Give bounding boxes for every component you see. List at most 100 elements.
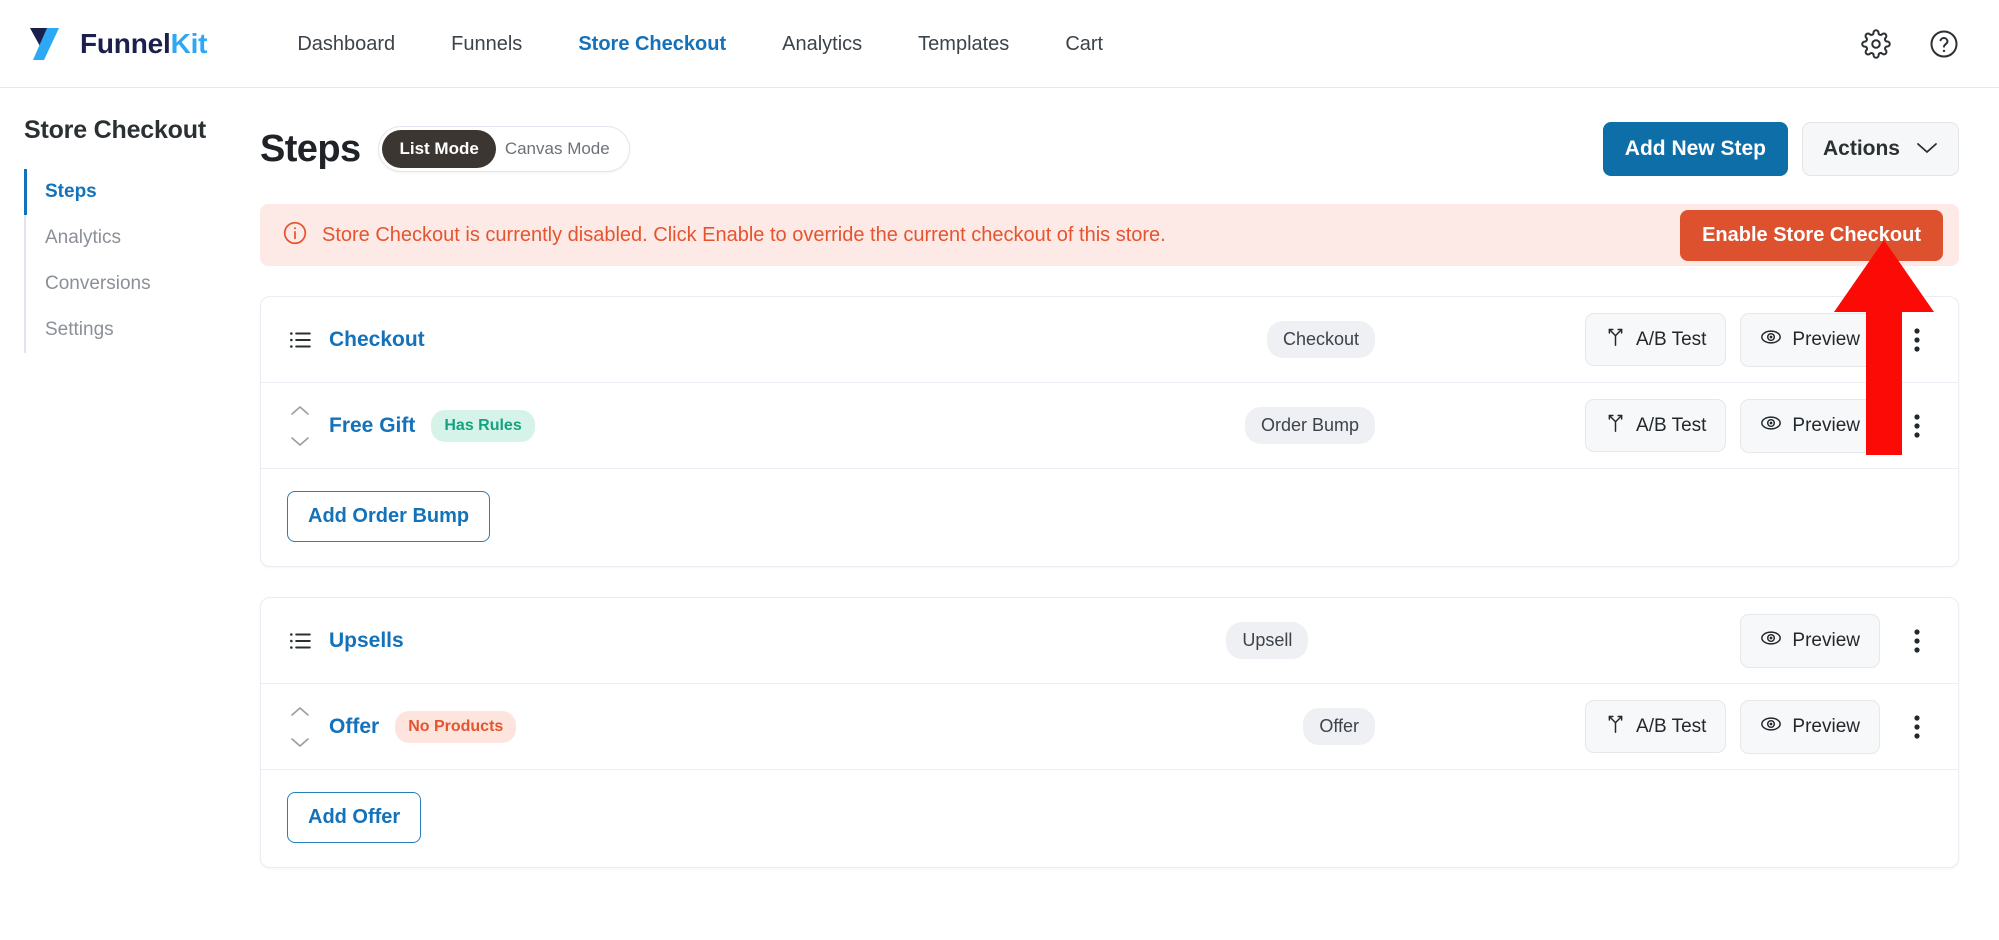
nav-item-analytics[interactable]: Analytics [754,0,890,88]
nav-item-funnels[interactable]: Funnels [423,0,550,88]
row-actions: A/B Test Preview [1585,699,1934,754]
add-offer-button[interactable]: Add Offer [287,792,422,843]
tab-canvas-mode[interactable]: Canvas Mode [496,130,626,168]
brand-logo[interactable]: FunnelKit [28,26,208,62]
card-footer: Add Offer [261,770,1958,867]
ab-test-icon [1605,326,1626,353]
step-type-chip: Upsell [1226,622,1309,659]
step-name-link[interactable]: Free Gift [329,414,415,438]
steps-header: Steps List Mode Canvas Mode Add New Step… [260,108,1959,182]
add-order-bump-button[interactable]: Add Order Bump [287,491,491,542]
sidebar-nav: Steps Analytics Conversions Settings [24,169,244,353]
row-actions: A/B Test Preview [1585,312,1934,367]
step-name-link[interactable]: Offer [329,715,379,739]
brand-name-accent: Kit [170,27,208,59]
ab-test-label: A/B Test [1636,715,1707,737]
preview-button[interactable]: Preview [1740,699,1880,754]
row-main: Checkout [287,327,425,353]
app-root: FunnelKit Dashboard Funnels Store Checko… [0,0,1999,940]
main-nav: Dashboard Funnels Store Checkout Analyti… [269,0,1131,88]
main-content: Steps List Mode Canvas Mode Add New Step… [244,88,1999,940]
row-actions: Preview [1518,613,1934,668]
step-name-link[interactable]: Checkout [329,328,425,352]
actions-dropdown-label: Actions [1822,137,1900,160]
eye-icon [1760,412,1782,440]
preview-label: Preview [1792,715,1860,737]
nav-item-dashboard[interactable]: Dashboard [269,0,423,88]
ab-test-icon [1605,412,1626,439]
list-lines-icon [287,327,313,353]
tab-list-mode[interactable]: List Mode [382,130,496,168]
step-type-chip: Offer [1303,708,1376,745]
page-body: Store Checkout Steps Analytics Conversio… [0,88,1999,940]
row-type: Order Bump [1244,407,1376,444]
row-type: Offer [1303,708,1376,745]
kebab-menu-icon[interactable] [1900,624,1934,658]
kebab-menu-icon[interactable] [1900,710,1934,744]
step-type-chip: Checkout [1266,321,1376,358]
row-type: Upsell [1226,622,1309,659]
row-actions: A/B Test Preview [1585,398,1934,453]
ab-test-button[interactable]: A/B Test [1585,399,1727,452]
gear-icon[interactable] [1859,27,1893,61]
nav-item-store-checkout[interactable]: Store Checkout [550,0,754,88]
actions-dropdown[interactable]: Actions [1801,122,1959,176]
row-main: Upsells [287,628,404,654]
header-actions: Add New Step Actions [1602,122,1959,176]
sidebar-item-conversions[interactable]: Conversions [24,261,244,307]
ab-test-label: A/B Test [1636,414,1707,436]
ab-test-button[interactable]: A/B Test [1585,313,1727,366]
sort-arrows-icon[interactable] [287,404,313,448]
chevron-down-icon [1916,137,1938,161]
page-title: Steps [260,127,361,170]
sidebar-title: Store Checkout [24,116,206,144]
eye-icon [1760,713,1782,741]
add-new-step-button[interactable]: Add New Step [1602,122,1788,176]
table-row: Checkout Checkout A/B Test Preview [261,297,1958,383]
steps-card-checkout: Checkout Checkout A/B Test Preview Free … [260,296,1959,567]
view-mode-toggle: List Mode Canvas Mode [378,126,630,172]
eye-icon [1760,326,1782,354]
kebab-menu-icon[interactable] [1900,409,1934,443]
status-badge: No Products [395,710,517,743]
sort-arrows-icon[interactable] [287,705,313,749]
preview-label: Preview [1792,414,1860,436]
store-checkout-disabled-notice: Store Checkout is currently disabled. Cl… [260,204,1959,266]
nav-item-cart[interactable]: Cart [1037,0,1131,88]
row-main: Free Gift Has Rules [287,404,535,448]
step-name-link[interactable]: Upsells [329,629,404,653]
ab-test-button[interactable]: A/B Test [1585,700,1727,753]
eye-icon [1760,627,1782,655]
preview-label: Preview [1792,629,1860,651]
notice-text: Store Checkout is currently disabled. Cl… [322,223,1166,246]
sidebar: Store Checkout Steps Analytics Conversio… [0,88,244,940]
help-circle-icon[interactable] [1927,27,1961,61]
brand-name-primary: Funnel [80,27,171,59]
ab-test-label: A/B Test [1636,328,1707,350]
preview-button[interactable]: Preview [1740,398,1880,453]
row-main: Offer No Products [287,705,517,749]
sidebar-item-analytics[interactable]: Analytics [24,215,244,261]
ab-test-icon [1605,713,1626,740]
table-row: Free Gift Has Rules Order Bump A/B Test … [261,383,1958,469]
card-footer: Add Order Bump [261,469,1958,566]
list-lines-icon [287,628,313,654]
info-circle-icon [282,220,308,251]
preview-label: Preview [1792,328,1860,350]
row-type: Checkout [1266,321,1376,358]
table-row: Offer No Products Offer A/B Test Preview [261,684,1958,770]
steps-card-upsells: Upsells Upsell Preview Offer No Products… [260,597,1959,868]
nav-item-templates[interactable]: Templates [890,0,1037,88]
top-navigation-bar: FunnelKit Dashboard Funnels Store Checko… [0,0,1999,88]
sidebar-item-steps[interactable]: Steps [24,169,244,215]
topbar-actions [1859,27,1961,61]
funnelkit-logo-icon [28,26,70,62]
table-row: Upsells Upsell Preview [261,598,1958,684]
enable-store-checkout-button[interactable]: Enable Store Checkout [1680,209,1943,261]
preview-button[interactable]: Preview [1740,613,1880,668]
step-type-chip: Order Bump [1244,407,1376,444]
status-badge: Has Rules [431,409,535,442]
kebab-menu-icon[interactable] [1900,323,1934,357]
sidebar-item-settings[interactable]: Settings [24,307,244,353]
preview-button[interactable]: Preview [1740,312,1880,367]
